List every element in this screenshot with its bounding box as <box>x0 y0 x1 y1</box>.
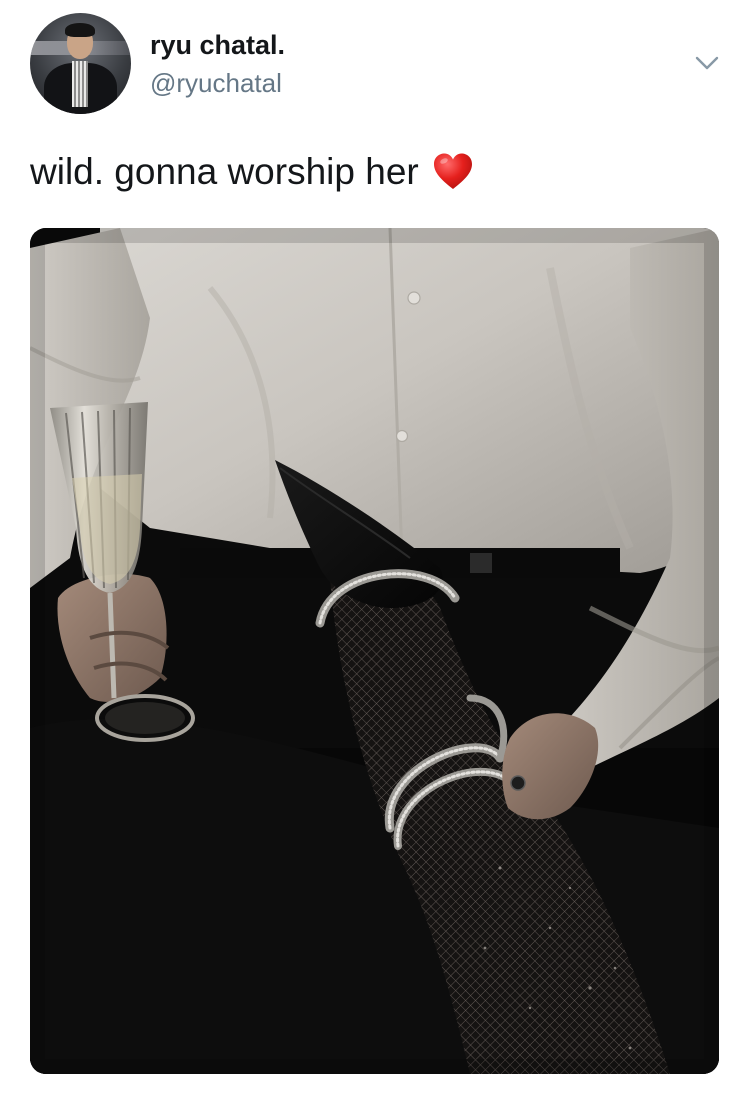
chevron-down-icon[interactable] <box>692 52 722 74</box>
tweet-text: wild. gonna worship her <box>30 148 474 196</box>
tweet-photo[interactable] <box>30 228 719 1074</box>
avatar[interactable] <box>30 13 131 114</box>
display-name[interactable]: ryu chatal. <box>150 30 285 61</box>
tweet: ryu chatal. @ryuchatal wild. gonna worsh… <box>0 0 750 1109</box>
tweet-text-content: wild. gonna worship her <box>30 151 419 192</box>
avatar-hair <box>65 23 95 37</box>
heart-emoji-icon <box>432 152 474 192</box>
user-handle[interactable]: @ryuchatal <box>150 68 282 99</box>
photo-scene <box>30 228 719 1074</box>
avatar-shirt <box>72 61 88 107</box>
